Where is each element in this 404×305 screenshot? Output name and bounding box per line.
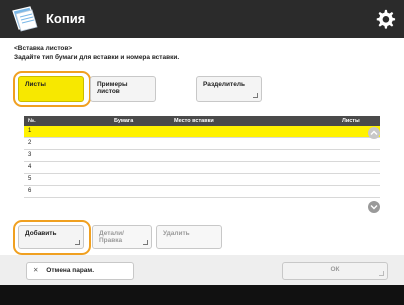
table-row[interactable]: 5 <box>24 174 380 186</box>
cancel-settings-button[interactable]: ✕ Отмена парам. <box>26 262 134 280</box>
instruction-heading: <Вставка листов> <box>14 45 73 52</box>
delete-button-label: Удалить <box>163 230 190 237</box>
tab-divider-label: Разделитель <box>203 81 245 88</box>
chevron-up-icon <box>370 130 378 135</box>
edit-details-button[interactable]: Детали/Правка <box>92 225 152 249</box>
more-options-icon <box>75 240 80 245</box>
header-insert-position: Место вставки <box>174 118 214 124</box>
row-number: 1 <box>28 128 32 134</box>
table-row[interactable]: 1 <box>24 126 380 138</box>
more-options-icon <box>143 240 148 245</box>
ok-button[interactable]: ОК <box>282 262 388 280</box>
gear-icon[interactable] <box>374 8 396 30</box>
row-number: 5 <box>28 176 32 182</box>
more-options-icon <box>253 93 258 98</box>
title-bar: Копия <box>0 0 404 38</box>
add-button[interactable]: Добавить <box>18 225 84 249</box>
insert-table: №. Бумага Место вставки Листы 1 2 3 4 5 … <box>24 116 380 216</box>
table-row[interactable]: 2 <box>24 138 380 150</box>
app-title: Копия <box>46 11 86 26</box>
tab-divider[interactable]: Разделитель <box>196 76 262 102</box>
row-number: 2 <box>28 140 32 146</box>
tab-sheets[interactable]: Листы <box>18 76 84 102</box>
tab-sample-sheets[interactable]: Примеры листов <box>90 76 156 102</box>
header-paper: Бумага <box>114 118 134 124</box>
table-row[interactable]: 6 <box>24 186 380 198</box>
row-number: 6 <box>28 188 32 194</box>
chevron-down-icon <box>370 205 378 210</box>
instructions: <Вставка листов> Задайте тип бумаги для … <box>14 44 179 62</box>
cancel-settings-label: Отмена парам. <box>46 267 95 274</box>
header-number: №. <box>28 118 36 124</box>
row-number: 4 <box>28 164 32 170</box>
close-icon: ✕ <box>33 267 39 274</box>
table-header: №. Бумага Место вставки Листы <box>24 116 380 126</box>
scroll-up-button[interactable] <box>368 127 380 139</box>
instruction-text: Задайте тип бумаги для вставки и номера … <box>14 54 180 61</box>
table-row[interactable]: 4 <box>24 162 380 174</box>
footer-bar <box>0 285 404 305</box>
add-button-label: Добавить <box>25 230 57 237</box>
copy-app-icon <box>12 6 38 32</box>
header-sheets: Листы <box>342 118 360 124</box>
tab-sheets-label: Листы <box>25 81 46 88</box>
tab-sample-sheets-label: Примеры листов <box>97 81 128 95</box>
row-number: 3 <box>28 152 32 158</box>
ok-button-label: ОК <box>330 266 340 273</box>
table-row[interactable]: 3 <box>24 150 380 162</box>
delete-button[interactable]: Удалить <box>156 225 222 249</box>
more-options-icon <box>379 271 384 276</box>
bottom-bar: ✕ Отмена парам. ОК <box>0 255 404 285</box>
edit-details-label: Детали/Правка <box>99 230 124 244</box>
scroll-down-button[interactable] <box>368 201 380 213</box>
